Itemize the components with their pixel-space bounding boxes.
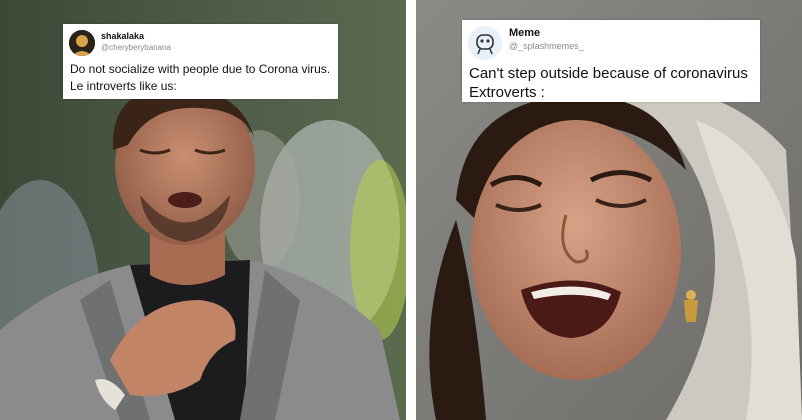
profile-photo-icon[interactable]: [69, 30, 95, 56]
robot-face-icon[interactable]: [468, 26, 502, 60]
panel-divider: [406, 0, 416, 420]
display-name[interactable]: Meme: [509, 27, 540, 39]
tweet-text-line: Le introverts like us:: [70, 79, 177, 93]
user-handle[interactable]: @_splashmemes_: [509, 41, 584, 51]
left-tweet-card: shakalaka @cheryberybanana Do not social…: [63, 24, 338, 99]
tweet-text-line: Do not socialize with people due to Coro…: [70, 62, 331, 76]
tweet-text-line: Extroverts :: [469, 84, 545, 101]
user-handle[interactable]: @cheryberybanana: [101, 43, 171, 52]
right-tweet-card: Meme @_splashmemes_ Can't step outside b…: [462, 20, 760, 102]
tweet-text-line: Can't step outside because of coronaviru…: [469, 65, 748, 82]
display-name[interactable]: shakalaka: [101, 31, 144, 41]
